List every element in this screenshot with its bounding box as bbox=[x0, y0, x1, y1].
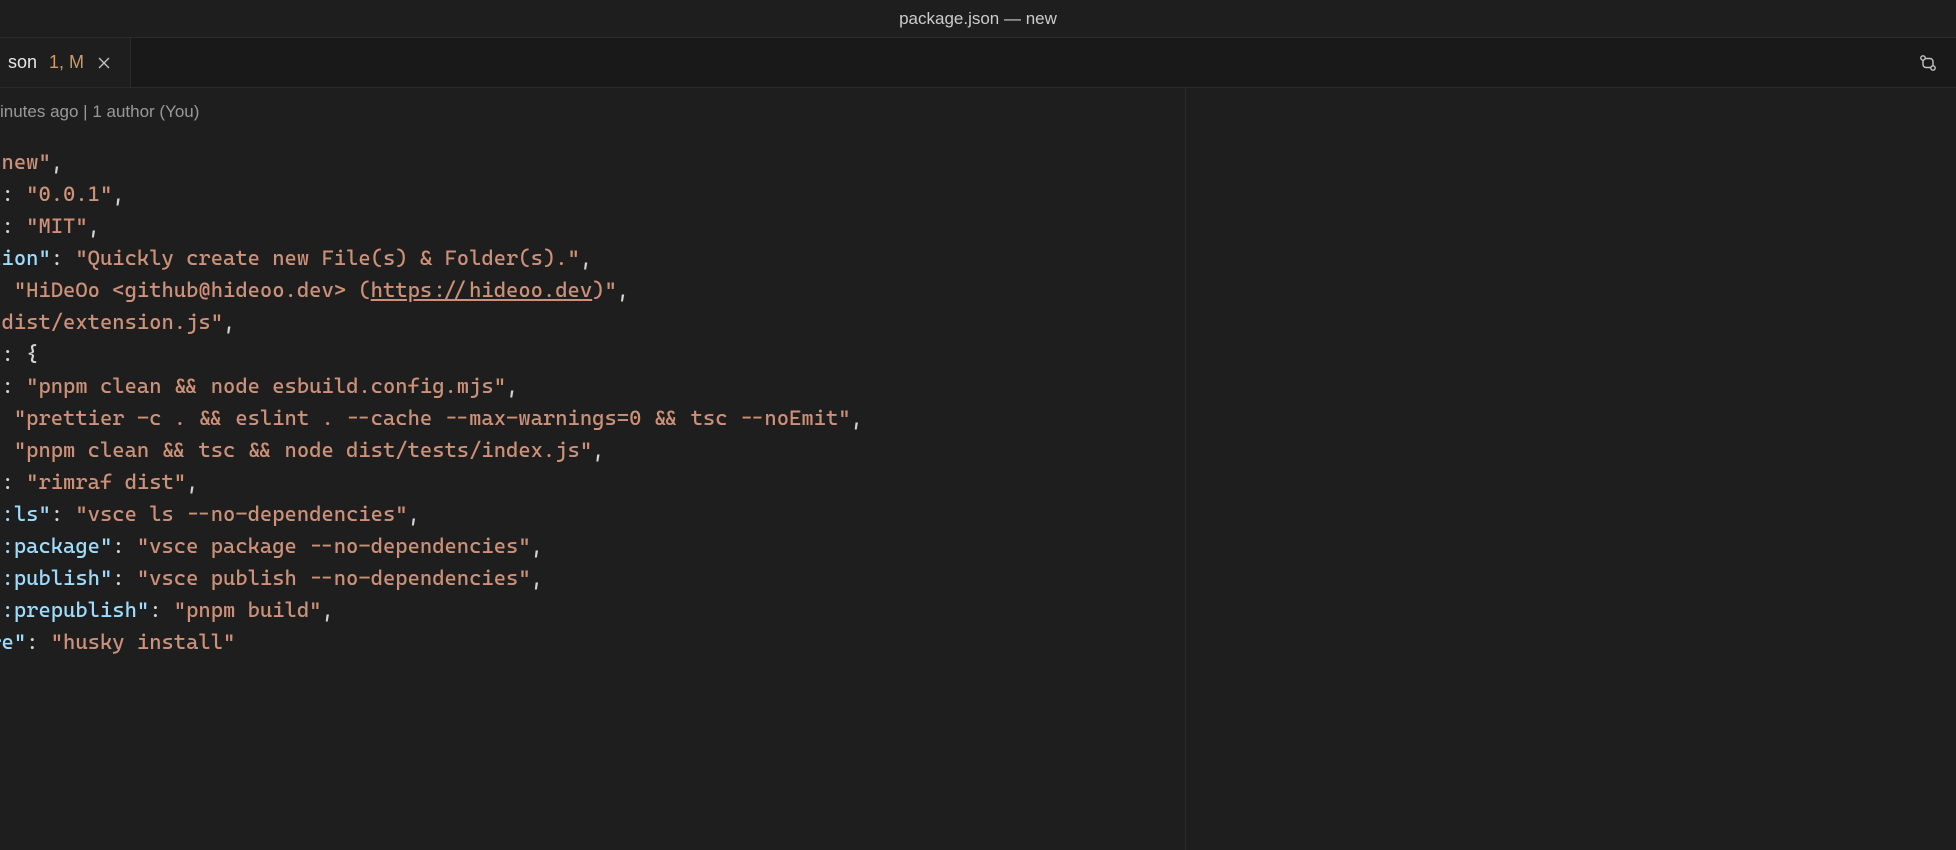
code-line[interactable]: est": "pnpm clean && tsc && node dist/te… bbox=[0, 434, 1185, 466]
code-editor[interactable]: inutes ago | 1 author (You) e": "new",si… bbox=[0, 88, 1185, 850]
tab-bar: son 1, M bbox=[0, 38, 1956, 88]
close-icon[interactable] bbox=[94, 53, 114, 73]
code-line[interactable]: cription": "Quickly create new File(s) &… bbox=[0, 242, 1185, 274]
code-line[interactable]: hor": "HiDeOo <github@hideoo.dev> (https… bbox=[0, 274, 1185, 306]
code-line[interactable]: e": "new", bbox=[0, 146, 1185, 178]
code-line[interactable]: n": "dist/extension.js", bbox=[0, 306, 1185, 338]
tab-package-json[interactable]: son 1, M bbox=[0, 38, 131, 87]
code-line[interactable]: ense": "MIT", bbox=[0, 210, 1185, 242]
code-line[interactable]: uild": "pnpm clean && node esbuild.confi… bbox=[0, 370, 1185, 402]
window-titlebar: package.json — new bbox=[0, 0, 1956, 38]
code-line[interactable]: sion": "0.0.1", bbox=[0, 178, 1185, 210]
code-line[interactable]: repare": "husky install" bbox=[0, 626, 1185, 658]
minimap-region[interactable] bbox=[1185, 88, 1956, 850]
compare-changes-icon[interactable] bbox=[1914, 49, 1942, 77]
code-line[interactable]: scode:ls": "vsce ls --no-dependencies", bbox=[0, 498, 1185, 530]
window-title: package.json — new bbox=[899, 9, 1057, 29]
tab-problem-count: 1 bbox=[49, 52, 59, 72]
code-line[interactable]: scode:publish": "vsce publish --no-depen… bbox=[0, 562, 1185, 594]
code-line[interactable]: scode:prepublish": "pnpm build", bbox=[0, 594, 1185, 626]
tab-modified-indicator: , M bbox=[59, 52, 84, 72]
editor-area: inutes ago | 1 author (You) e": "new",si… bbox=[0, 88, 1956, 850]
tab-label: son bbox=[8, 52, 37, 73]
codelens-authors[interactable]: inutes ago | 1 author (You) bbox=[0, 96, 1185, 128]
code-line[interactable]: lean": "rimraf dist", bbox=[0, 466, 1185, 498]
code-line[interactable]: scode:package": "vsce package --no-depen… bbox=[0, 530, 1185, 562]
code-line[interactable]: ipts": { bbox=[0, 338, 1185, 370]
tab-actions bbox=[1914, 38, 1942, 87]
code-line[interactable]: int": "prettier -c . && eslint . --cache… bbox=[0, 402, 1185, 434]
